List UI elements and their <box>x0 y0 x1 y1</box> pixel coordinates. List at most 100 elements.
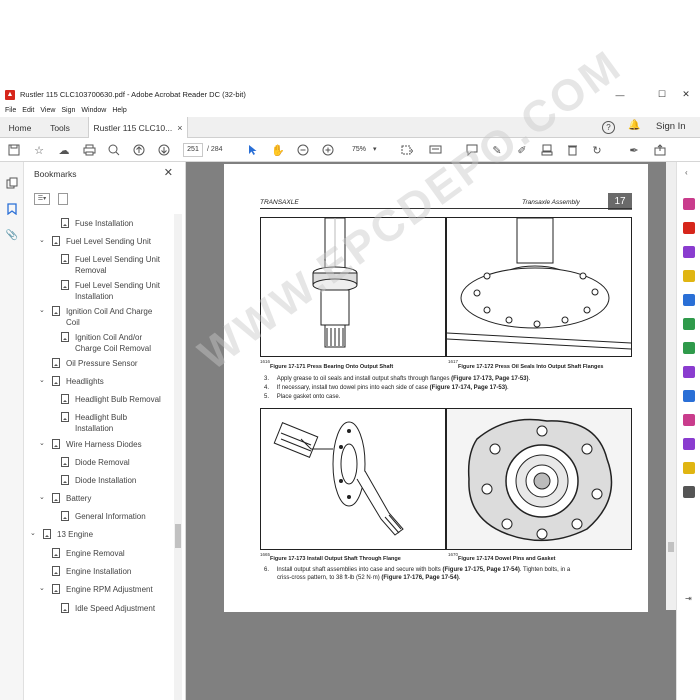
collapse-caret-icon[interactable]: ⌄ <box>30 529 36 537</box>
next-page-icon[interactable] <box>156 142 172 158</box>
help-icon[interactable]: ? <box>602 121 615 134</box>
close-panel-icon[interactable]: ✕ <box>164 166 173 179</box>
pdf-page: TRANSAXLE Transaxle Assembly 17 1616 Fig… <box>224 164 648 612</box>
tab-home[interactable]: Home <box>0 117 40 138</box>
tab-document[interactable]: Rustler 115 CLC10... × <box>88 117 188 138</box>
more-tools-icon[interactable] <box>683 486 695 498</box>
bookmark-fuel-sending-unit-removal[interactable]: Fuel Level Sending Unit Removal <box>75 254 170 276</box>
bookmark-star-icon[interactable]: ☆ <box>31 142 47 158</box>
bookmark-fuel-sending-unit-installation[interactable]: Fuel Level Sending Unit Installation <box>75 280 170 302</box>
upload-cloud-icon[interactable]: ☁ <box>56 142 72 158</box>
attachments-icon[interactable]: 📎 <box>5 228 19 242</box>
collapse-caret-icon[interactable]: ⌄ <box>39 376 45 384</box>
menu-file[interactable]: File <box>5 107 16 114</box>
stamp-icon[interactable] <box>539 142 555 158</box>
share-icon[interactable] <box>652 142 668 158</box>
comment-tool-icon[interactable] <box>683 270 695 282</box>
compress-pdf-icon[interactable] <box>683 342 695 354</box>
bookmark-ignition-coil-removal[interactable]: Ignition Coil And/or Charge Coil Removal <box>75 332 170 354</box>
new-bookmark-icon[interactable] <box>58 193 68 205</box>
previous-page-icon[interactable] <box>131 142 147 158</box>
keyboard-icon[interactable] <box>427 142 443 158</box>
create-pdf-icon[interactable] <box>683 222 695 234</box>
zoom-out-icon[interactable] <box>295 142 311 158</box>
edit-pdf-icon[interactable] <box>683 246 695 258</box>
document-viewer[interactable]: TRANSAXLE Transaxle Assembly 17 1616 Fig… <box>186 162 676 700</box>
search-icon[interactable] <box>106 142 122 158</box>
step-reference[interactable]: (Figure 17-176, Page 17-54) <box>381 575 458 581</box>
save-icon[interactable] <box>6 142 22 158</box>
collapse-rail-icon[interactable]: ‹ <box>685 168 688 177</box>
redact-icon[interactable] <box>683 414 695 426</box>
bookmark-headlight-bulb-removal[interactable]: Headlight Bulb Removal <box>75 394 161 405</box>
stamp-tool-icon[interactable] <box>683 462 695 474</box>
close-tab-icon[interactable]: × <box>177 123 182 133</box>
page-thumbnails-icon[interactable] <box>5 176 19 190</box>
sign-pen-icon[interactable]: ✒ <box>626 142 642 158</box>
collapse-caret-icon[interactable]: ⌄ <box>39 439 45 447</box>
step-reference[interactable]: (Figure 17-175, Page 17-54) <box>442 567 519 573</box>
bookmark-wire-harness-diodes[interactable]: Wire Harness Diodes <box>66 439 142 450</box>
organize-pages-icon[interactable] <box>683 318 695 330</box>
scrollbar-thumb[interactable] <box>175 524 181 548</box>
step-text: Install output shaft assemblies into cas… <box>276 567 443 573</box>
collapse-caret-icon[interactable]: ⌄ <box>39 236 45 244</box>
delete-icon[interactable] <box>564 142 580 158</box>
fill-sign-icon[interactable] <box>683 366 695 378</box>
bookmark-idle-speed-adjustment[interactable]: Idle Speed Adjustment <box>75 603 155 614</box>
sign-in-link[interactable]: Sign In <box>656 121 686 132</box>
hand-tool-icon[interactable]: ✋ <box>270 142 286 158</box>
rotate-icon[interactable]: ↻ <box>589 142 605 158</box>
bookmark-diode-removal[interactable]: Diode Removal <box>75 457 130 468</box>
menu-help[interactable]: Help <box>112 107 126 114</box>
bookmark-13-engine[interactable]: 13 Engine <box>57 529 93 540</box>
bookmark-fuse-installation[interactable]: Fuse Installation <box>75 218 133 229</box>
figure-code: 1616 <box>260 359 271 364</box>
acrobat-window: ▲ Rustler 115 CLC103700630.pdf - Adobe A… <box>0 0 700 700</box>
fit-page-icon[interactable] <box>398 142 414 158</box>
bookmark-engine-rpm-adjustment[interactable]: Engine RPM Adjustment <box>66 584 153 595</box>
export-pdf-icon[interactable] <box>683 198 695 210</box>
expand-rail-icon[interactable]: ⇥ <box>685 594 692 603</box>
bookmark-general-information[interactable]: General Information <box>75 511 146 522</box>
notifications-bell-icon[interactable]: 🔔 <box>628 120 640 131</box>
step-reference[interactable]: (Figure 17-173, Page 17-53) <box>451 376 528 382</box>
bookmark-options-icon[interactable]: ☰▾ <box>34 193 50 205</box>
bookmark-headlights[interactable]: Headlights <box>66 376 104 387</box>
send-for-signature-icon[interactable] <box>683 438 695 450</box>
select-cursor-icon[interactable] <box>245 142 261 158</box>
combine-files-icon[interactable] <box>683 294 695 306</box>
bookmark-engine-removal[interactable]: Engine Removal <box>66 548 125 559</box>
bookmark-engine-installation[interactable]: Engine Installation <box>66 566 131 577</box>
page-number-input[interactable]: 251 <box>183 143 203 157</box>
bookmark-fuel-level-sending-unit[interactable]: Fuel Level Sending Unit <box>66 236 151 247</box>
menu-view[interactable]: View <box>40 107 55 114</box>
collapse-caret-icon[interactable]: ⌄ <box>39 493 45 501</box>
draw-icon[interactable]: ✐ <box>514 142 530 158</box>
print-icon[interactable] <box>81 142 97 158</box>
zoom-in-icon[interactable] <box>320 142 336 158</box>
bookmarks-scrollbar[interactable] <box>174 214 182 700</box>
close-window-button[interactable]: ✕ <box>672 86 700 103</box>
highlight-pen-icon[interactable]: ✎ <box>489 142 505 158</box>
bookmark-battery[interactable]: Battery <box>66 493 91 504</box>
bookmark-ignition-coil[interactable]: Ignition Coil And Charge Coil <box>66 306 166 328</box>
zoom-level[interactable]: 75% <box>352 146 366 153</box>
scrollbar-thumb[interactable] <box>668 542 674 552</box>
bookmarks-panel-icon[interactable] <box>5 202 19 216</box>
document-scrollbar[interactable] <box>666 162 676 610</box>
bookmark-headlight-bulb-installation[interactable]: Headlight Bulb Installation <box>75 412 155 434</box>
step-reference[interactable]: (Figure 17-174, Page 17-53) <box>430 385 507 391</box>
zoom-dropdown-icon[interactable]: ▾ <box>373 145 377 153</box>
menu-window[interactable]: Window <box>81 107 106 114</box>
collapse-caret-icon[interactable]: ⌄ <box>39 306 45 314</box>
protect-icon[interactable] <box>683 390 695 402</box>
tab-tools[interactable]: Tools <box>40 117 80 138</box>
collapse-caret-icon[interactable]: ⌄ <box>39 584 45 592</box>
bookmark-diode-installation[interactable]: Diode Installation <box>75 475 136 486</box>
menu-sign[interactable]: Sign <box>61 107 75 114</box>
menu-edit[interactable]: Edit <box>22 107 34 114</box>
bookmark-oil-pressure-sensor[interactable]: Oil Pressure Sensor <box>66 358 138 369</box>
minimize-button[interactable]: — <box>606 86 634 103</box>
comment-icon[interactable] <box>464 142 480 158</box>
